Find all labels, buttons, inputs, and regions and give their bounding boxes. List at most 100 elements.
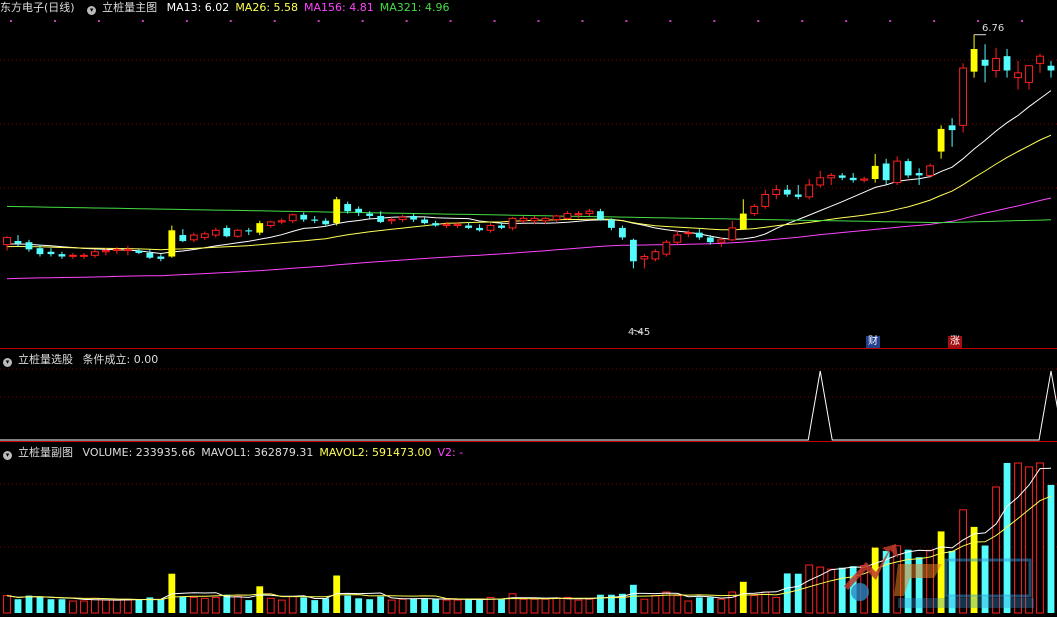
period-label: (日线) [44, 1, 75, 14]
select-header: ▾ 立桩量选股 条件成立: 0.00 [0, 352, 164, 367]
candlestick-chart[interactable] [0, 0, 1057, 348]
candle-body [179, 235, 187, 242]
main-header: 东方电子(日线) ▾ 立桩量主图 MA13: 6.02 MA26: 5.58 MA15… [0, 0, 461, 15]
candle-body [761, 194, 770, 207]
volume-bar [101, 599, 110, 614]
candle-body [47, 251, 55, 255]
volume-label-1: MAVOL1: 362879.31 [201, 446, 314, 459]
volume-bar [465, 599, 472, 613]
finance-tag[interactable]: 财 [866, 336, 880, 348]
candle-body [36, 248, 44, 255]
volume-bar [112, 599, 121, 614]
top-mark [10, 20, 12, 22]
candle-body [849, 177, 857, 181]
volume-bar [684, 600, 693, 614]
volume-bar [179, 596, 187, 613]
candle-body [266, 221, 275, 227]
candle-body [498, 225, 505, 228]
top-mark [185, 20, 188, 22]
candle-body [1014, 72, 1022, 79]
top-mark [581, 20, 584, 22]
collapse-icon[interactable]: ▾ [3, 358, 12, 367]
candle-body [200, 233, 209, 238]
candle-body [838, 175, 846, 178]
main-chart-panel[interactable]: 东方电子(日线) ▾ 立桩量主图 MA13: 6.02 MA26: 5.58 MA15… [0, 0, 1057, 348]
select-panel[interactable]: ▾ 立桩量选股 条件成立: 0.00 [0, 349, 1057, 441]
candle-body [101, 250, 110, 253]
volume-bar [233, 596, 242, 614]
candle-body [585, 210, 594, 215]
ma26-line [6, 134, 1052, 251]
volume-bar [245, 600, 253, 613]
candle-body [1036, 55, 1044, 64]
volume-label-3: V2: - [437, 446, 464, 459]
collapse-icon[interactable]: ▾ [3, 451, 12, 460]
candle-body [893, 160, 902, 184]
volume-bar [47, 599, 55, 613]
candle-body [981, 59, 989, 66]
volume-bar [541, 598, 550, 614]
candle-body [992, 58, 1000, 71]
candle-body [728, 227, 737, 241]
candle-body [882, 163, 890, 181]
candle-body [1047, 65, 1055, 71]
candle-body [937, 128, 945, 152]
volume-bar [585, 598, 594, 614]
candle-body [211, 229, 220, 236]
volume-bar [640, 598, 649, 614]
volume-bar [80, 600, 88, 614]
candle-body [112, 248, 121, 252]
volume-bar [476, 599, 483, 613]
limit-up-tag[interactable]: 涨 [948, 336, 962, 348]
volume-bar [189, 596, 198, 614]
collapse-icon[interactable]: ▾ [87, 6, 97, 15]
candle-body [421, 219, 429, 224]
top-mark [933, 20, 936, 22]
candle-body [25, 242, 33, 250]
candle-body [1003, 56, 1011, 71]
candle-body [223, 227, 231, 237]
volume-bar [717, 598, 726, 614]
candle-body [640, 256, 649, 260]
volume-bar [563, 596, 572, 614]
volume-bar [387, 599, 396, 614]
stock-name: 东方电子 [0, 1, 44, 14]
select-name[interactable]: 立桩量选股 [18, 353, 73, 366]
volume-labels: VOLUME: 233935.66 MAVOL1: 362879.31 MAVOL2… [83, 446, 470, 459]
candle-body [69, 254, 77, 257]
volume-bar [750, 595, 759, 614]
candle-body [597, 211, 604, 220]
volume-bar [300, 597, 308, 613]
top-mark [625, 20, 628, 22]
candle-body [563, 213, 572, 219]
candle-body [123, 248, 132, 252]
candle-body [465, 225, 472, 228]
candle-body [245, 230, 253, 232]
candle-body [805, 184, 814, 198]
top-mark [537, 20, 540, 22]
top-mark [361, 20, 364, 22]
volume-bar [410, 598, 418, 613]
volume-bar [211, 596, 220, 614]
indicator-name[interactable]: 立桩量主图 [102, 1, 157, 14]
ma-label-0: MA13: 6.02 [166, 1, 230, 14]
candle-body [476, 227, 483, 231]
candle-body [277, 220, 286, 223]
candle-body [695, 232, 703, 238]
top-mark [889, 20, 892, 22]
candle-body [442, 223, 451, 227]
candle-body [684, 232, 693, 235]
volume-bar [377, 596, 385, 613]
volume-bar [25, 595, 33, 613]
candle-body [871, 165, 879, 179]
candle-body [58, 254, 66, 257]
candle-body [574, 213, 583, 216]
volume-name[interactable]: 立桩量副图 [18, 446, 73, 459]
low-price-label: 4.45 [628, 327, 651, 338]
high-price-label: 6.76 [982, 23, 1005, 34]
candle-body [860, 178, 869, 181]
volume-bar [14, 599, 22, 613]
candle-body [904, 161, 912, 176]
candle-body [816, 177, 825, 186]
candle-body [827, 174, 836, 179]
